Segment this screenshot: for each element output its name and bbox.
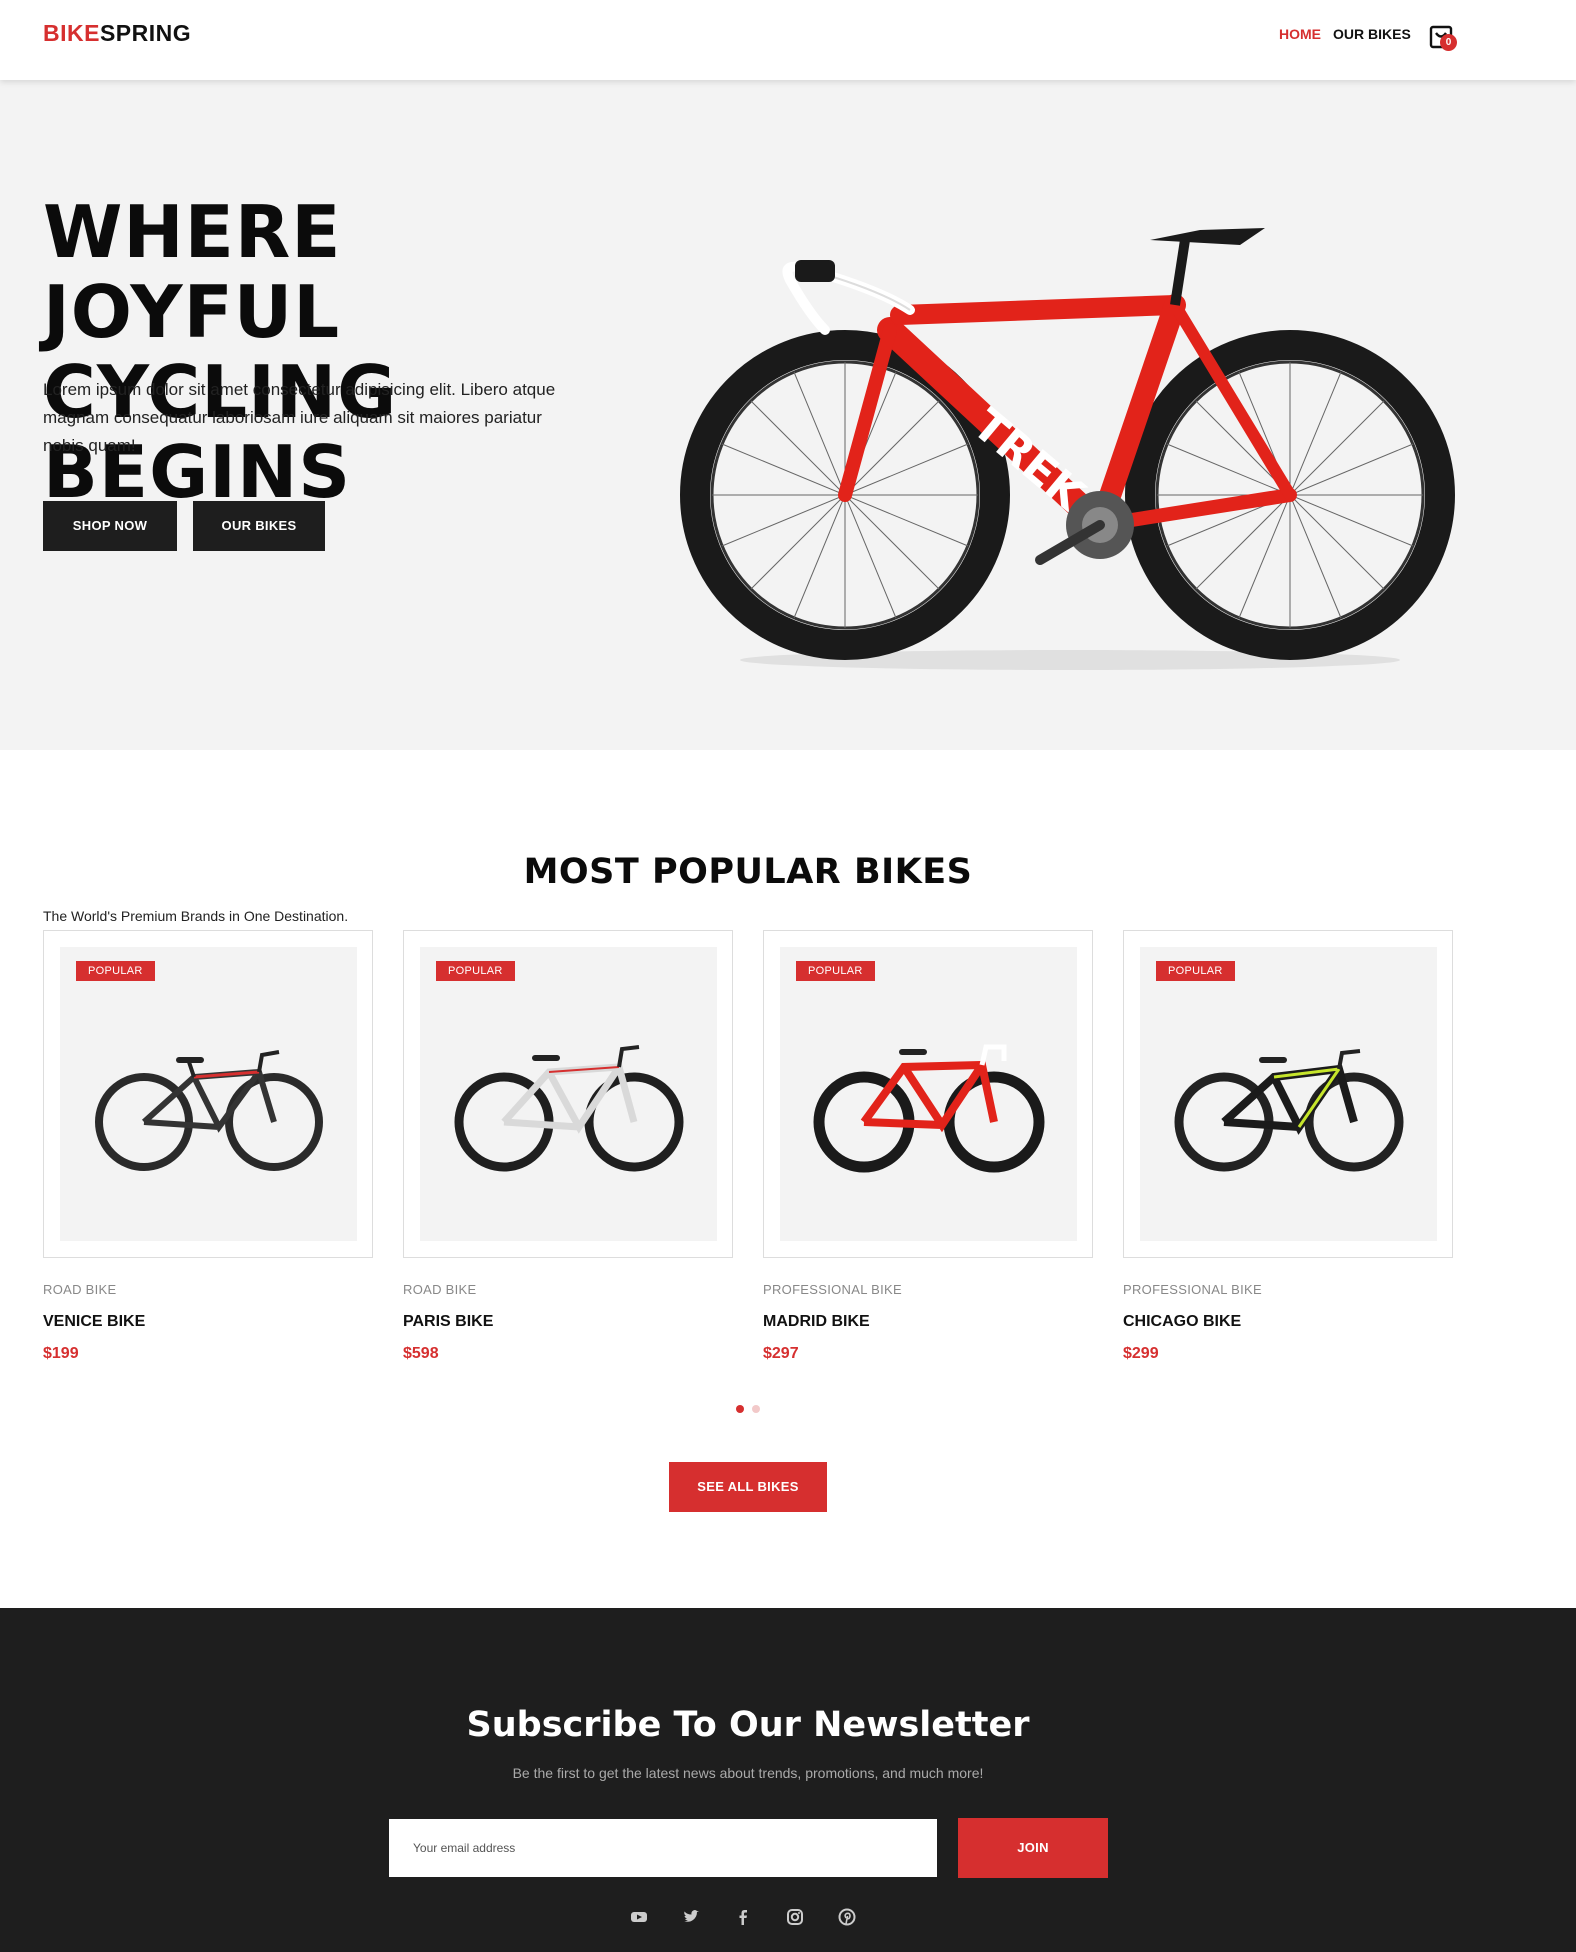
popular-badge: POPULAR (1156, 961, 1235, 981)
popular-section-subtitle: The World's Premium Brands in One Destin… (43, 908, 349, 924)
carousel-pagination (736, 1405, 760, 1413)
product-image-bg: POPULAR (780, 947, 1077, 1241)
instagram-icon[interactable] (786, 1908, 804, 1926)
product-category: PROFESSIONAL BIKE (763, 1282, 902, 1297)
facebook-icon[interactable] (734, 1908, 752, 1926)
carousel-dot[interactable] (752, 1405, 760, 1413)
carousel-dot-active[interactable] (736, 1405, 744, 1413)
bike-image (95, 1050, 323, 1171)
product-price: $299 (1123, 1345, 1159, 1362)
product-card[interactable]: POPULAR (403, 930, 733, 1258)
youtube-icon[interactable] (630, 1908, 648, 1926)
hero-title: WHERE JOYFUL CYCLING BEGINS (43, 192, 663, 512)
logo[interactable]: BIKESPRING (43, 20, 191, 47)
logo-part-bike: BIKE (43, 20, 100, 46)
our-bikes-button[interactable]: OUR BIKES (193, 501, 325, 551)
product-price: $598 (403, 1345, 439, 1362)
hero-bike-image: TREK (680, 228, 1455, 670)
twitter-icon[interactable] (682, 1908, 700, 1926)
product-image-bg: POPULAR (420, 947, 717, 1241)
email-input[interactable] (389, 1819, 937, 1877)
newsletter-title: Subscribe To Our Newsletter (466, 1705, 1030, 1745)
product-card[interactable]: POPULAR (763, 930, 1093, 1258)
product-category: ROAD BIKE (403, 1282, 477, 1297)
see-all-bikes-button[interactable]: SEE ALL BIKES (669, 1462, 827, 1512)
product-category: ROAD BIKE (43, 1282, 117, 1297)
logo-part-spring: SPRING (99, 20, 192, 46)
popular-badge: POPULAR (436, 961, 515, 981)
product-card[interactable]: POPULAR (1123, 930, 1453, 1258)
social-links (630, 1908, 856, 1926)
product-price: $297 (763, 1345, 799, 1362)
pinterest-icon[interactable] (838, 1908, 856, 1926)
shop-now-button[interactable]: SHOP NOW (43, 501, 177, 551)
product-name[interactable]: PARIS BIKE (403, 1313, 493, 1331)
product-name[interactable]: CHICAGO BIKE (1123, 1313, 1241, 1331)
product-price: $199 (43, 1345, 79, 1362)
cart-count-badge: 0 (1440, 34, 1457, 51)
popular-section-title: MOST POPULAR BIKES (523, 852, 973, 892)
site-header: BIKESPRING HOME OUR BIKES 0 (0, 0, 1576, 80)
newsletter-section: Subscribe To Our Newsletter Be the first… (0, 1608, 1576, 1952)
popular-badge: POPULAR (796, 961, 875, 981)
product-name[interactable]: MADRID BIKE (763, 1313, 870, 1331)
bike-image (813, 1044, 1045, 1173)
product-image-bg: POPULAR (1140, 947, 1437, 1241)
product-image-bg: POPULAR (60, 947, 357, 1241)
product-card[interactable]: POPULAR (43, 930, 373, 1258)
nav-home[interactable]: HOME (1279, 26, 1321, 42)
product-name[interactable]: VENICE BIKE (43, 1313, 145, 1331)
product-category: PROFESSIONAL BIKE (1123, 1282, 1262, 1297)
bike-image (454, 1045, 684, 1172)
popular-badge: POPULAR (76, 961, 155, 981)
join-button[interactable]: JOIN (958, 1818, 1108, 1878)
hero-section: WHERE JOYFUL CYCLING BEGINS Lorem ipsum … (0, 80, 1576, 750)
bike-image (1174, 1049, 1404, 1172)
nav-our-bikes[interactable]: OUR BIKES (1333, 26, 1411, 42)
hero-description: Lorem ipsum dolor sit amet consectetur a… (43, 380, 556, 455)
hero-title-line1: WHERE JOYFUL (43, 190, 342, 354)
newsletter-subtitle: Be the first to get the latest news abou… (512, 1765, 984, 1781)
